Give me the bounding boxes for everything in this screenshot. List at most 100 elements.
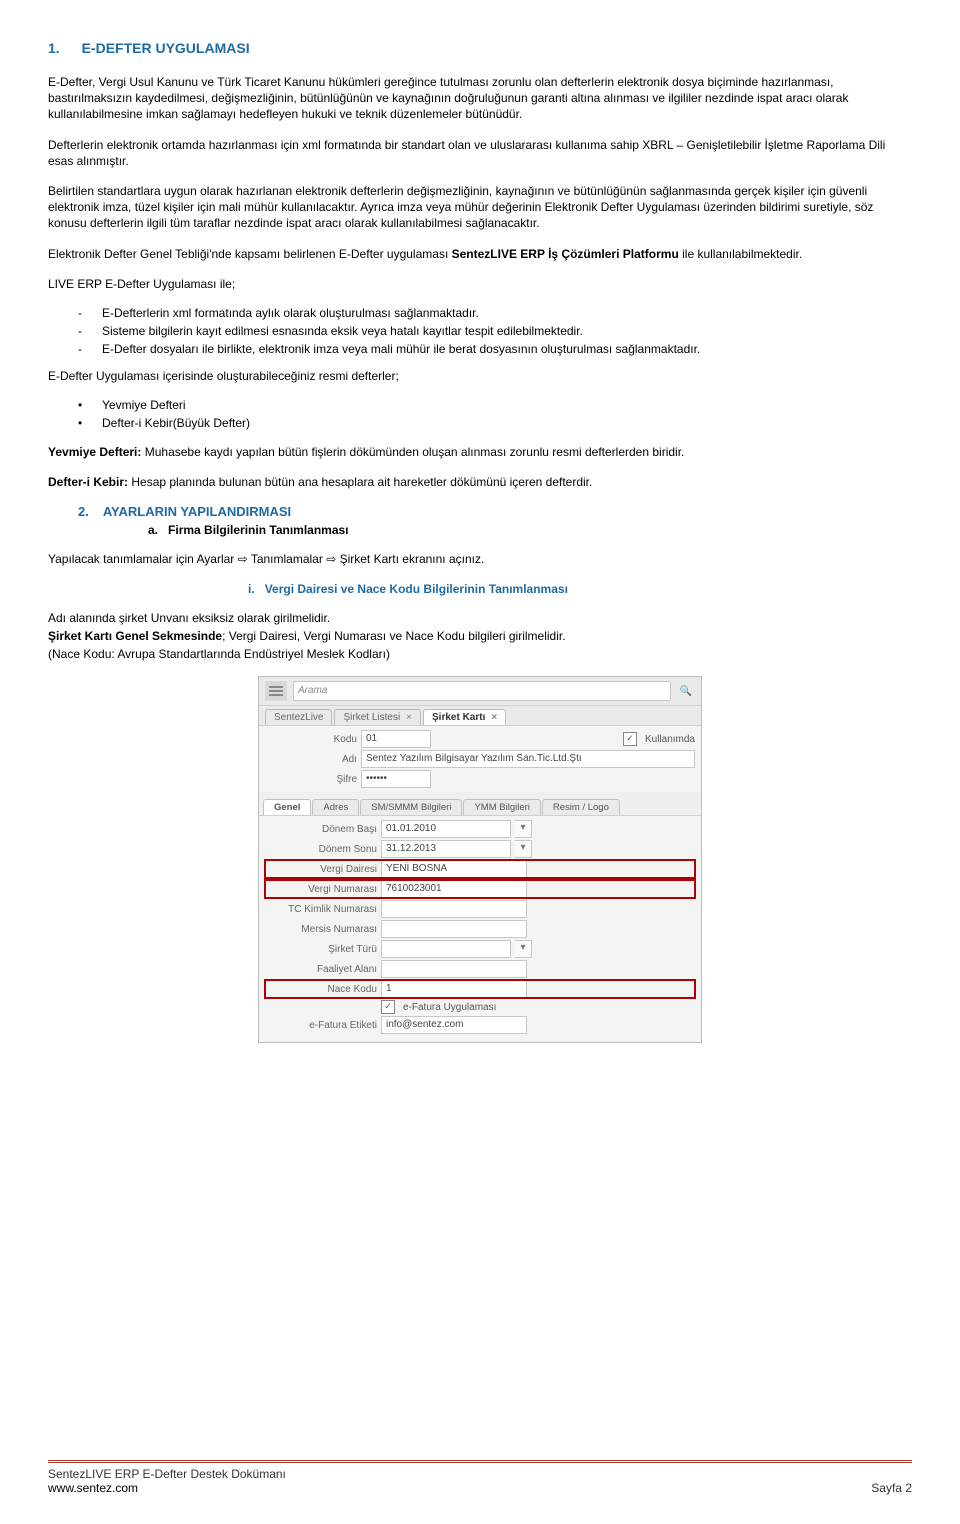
input-faaliyet[interactable]: [381, 960, 527, 978]
text: Yapılacak tanımlamalar için Ayarlar: [48, 552, 238, 566]
dropdown-icon[interactable]: ▾: [515, 820, 532, 838]
sub-tabs: Genel Adres SM/SMMM Bilgileri YMM Bilgil…: [259, 796, 701, 816]
bullet-icon: •: [78, 416, 102, 430]
input-turu[interactable]: [381, 940, 511, 958]
label-vergi-no: Vergi Numarası: [265, 884, 377, 895]
field-row-mersis: Mersis Numarası: [265, 920, 695, 938]
field-row-donem-basi: Dönem Başı 01.01.2010 ▾: [265, 820, 695, 838]
search-input[interactable]: Arama: [293, 681, 671, 701]
dash-list: - E-Defterlerin xml formatında aylık ola…: [48, 306, 912, 356]
label-nace: Nace Kodu: [265, 984, 377, 995]
label-turu: Şirket Türü: [265, 944, 377, 955]
label-sifre: Şifre: [265, 774, 357, 785]
panel-genel: Dönem Başı 01.01.2010 ▾ Dönem Sonu 31.12…: [259, 816, 701, 1042]
paragraph: LIVE ERP E-Defter Uygulaması ile;: [48, 276, 912, 292]
input-efatura-etiket[interactable]: info@sentez.com: [381, 1016, 527, 1034]
field-row-efatura-chk: ✓ e-Fatura Uygulaması: [265, 1000, 695, 1014]
field-row-vergi-no: Vergi Numarası 7610023001: [265, 880, 695, 898]
footer-page: Sayfa 2: [871, 1481, 912, 1495]
h1-number: 1.: [48, 40, 60, 56]
list-text: Defter-i Kebir(Büyük Defter): [102, 416, 250, 430]
paragraph: Defterlerin elektronik ortamda hazırlanm…: [48, 137, 912, 169]
dropdown-icon[interactable]: ▾: [515, 940, 532, 958]
subtab-resim[interactable]: Resim / Logo: [542, 799, 620, 815]
tab-sentezlive[interactable]: SentezLive: [265, 709, 332, 725]
close-icon[interactable]: ×: [406, 712, 412, 723]
field-row-nace: Nace Kodu 1: [265, 980, 695, 998]
dropdown-icon[interactable]: ▾: [515, 840, 532, 858]
paragraph: (Nace Kodu: Avrupa Standartlarında Endüs…: [48, 646, 912, 662]
input-donem-basi[interactable]: 01.01.2010: [381, 820, 511, 838]
paragraph: Yapılacak tanımlamalar için Ayarlar ⇨ Ta…: [48, 551, 912, 567]
tab-label: Şirket Kartı: [432, 712, 485, 723]
heading-i: i. Vergi Dairesi ve Nace Kodu Bilgilerin…: [248, 582, 912, 596]
paragraph: Şirket Kartı Genel Sekmesinde; Vergi Dai…: [48, 628, 912, 644]
text: ; Vergi Dairesi, Vergi Numarası ve Nace …: [222, 629, 565, 643]
tab-label: Şirket Listesi: [343, 712, 400, 723]
h2a-title: Firma Bilgilerinin Tanımlanması: [168, 523, 349, 537]
hi-title: Vergi Dairesi ve Nace Kodu Bilgilerinin …: [265, 582, 568, 596]
field-row-donem-sonu: Dönem Sonu 31.12.2013 ▾: [265, 840, 695, 858]
tab-sirket-karti[interactable]: Şirket Kartı ×: [423, 709, 506, 725]
paragraph: Adı alanında şirket Unvanı eksiksiz olar…: [48, 610, 912, 626]
list-item: - Sisteme bilgilerin kayıt edilmesi esna…: [78, 324, 912, 338]
close-icon[interactable]: ×: [491, 712, 497, 723]
page-footer: SentezLIVE ERP E-Defter Destek Dokümanı …: [48, 1460, 912, 1507]
paragraph: E-Defter, Vergi Usul Kanunu ve Türk Tica…: [48, 74, 912, 123]
bullet-list: • Yevmiye Defteri • Defter-i Kebir(Büyük…: [48, 398, 912, 430]
h2a-number: a.: [148, 523, 158, 537]
text: Tanımlamalar: [248, 552, 326, 566]
form-header: Kodu 01 ✓ Kullanımda Adı Sentez Yazılım …: [259, 726, 701, 792]
bold-text: Şirket Kartı Genel Sekmesinde: [48, 629, 222, 643]
checkbox-efatura[interactable]: ✓: [381, 1000, 395, 1014]
subtab-adres[interactable]: Adres: [312, 799, 359, 815]
label-vergi-dairesi: Vergi Dairesi: [265, 864, 377, 875]
label-kullanimda: Kullanımda: [645, 734, 695, 745]
paragraph: E-Defter Uygulaması içerisinde oluşturab…: [48, 368, 912, 384]
list-item: - E-Defter dosyaları ile birlikte, elekt…: [78, 342, 912, 356]
footer-link[interactable]: www.sentez.com: [48, 1481, 138, 1495]
list-item: - E-Defterlerin xml formatında aylık ola…: [78, 306, 912, 320]
paragraph: Defter-i Kebir: Hesap planında bulunan b…: [48, 474, 912, 490]
list-text: E-Defterlerin xml formatında aylık olara…: [102, 306, 479, 320]
dash-icon: -: [78, 342, 102, 356]
paragraph: Belirtilen standartlara uygun olarak haz…: [48, 183, 912, 232]
text: Hesap planında bulunan bütün ana hesapla…: [128, 475, 592, 489]
window-tabs: SentezLive Şirket Listesi × Şirket Kartı ×: [259, 706, 701, 726]
field-row-efatura-etiket: e-Fatura Etiketi info@sentez.com: [265, 1016, 695, 1034]
screenshot-wrapper: Arama 🔍 SentezLive Şirket Listesi × Şirke…: [48, 676, 912, 1043]
input-vergi-dairesi[interactable]: YENİ BOSNA: [381, 860, 527, 878]
arrow-icon: ⇨: [238, 552, 248, 566]
label-tc: TC Kimlik Numarası: [265, 904, 377, 915]
input-adi[interactable]: Sentez Yazılım Bilgisayar Yazılım San.Ti…: [361, 750, 695, 768]
input-vergi-no[interactable]: 7610023001: [381, 880, 527, 898]
input-kodu[interactable]: 01: [361, 730, 431, 748]
input-tc[interactable]: [381, 900, 527, 918]
app-topbar: Arama 🔍: [259, 677, 701, 706]
subtab-smmm[interactable]: SM/SMMM Bilgileri: [360, 799, 462, 815]
list-text: Sisteme bilgilerin kayıt edilmesi esnası…: [102, 324, 583, 338]
paragraph: Yevmiye Defteri: Muhasebe kaydı yapılan …: [48, 444, 912, 460]
checkbox-kullanimda[interactable]: ✓: [623, 732, 637, 746]
input-mersis[interactable]: [381, 920, 527, 938]
tab-sirket-listesi[interactable]: Şirket Listesi ×: [334, 709, 421, 725]
label-faaliyet: Faaliyet Alanı: [265, 964, 377, 975]
list-text: E-Defter dosyaları ile birlikte, elektro…: [102, 342, 700, 356]
hamburger-icon[interactable]: [265, 681, 287, 701]
field-row-turu: Şirket Türü ▾: [265, 940, 695, 958]
text: Muhasebe kaydı yapılan bütün fişlerin dö…: [141, 445, 684, 459]
field-row-vergi-dairesi: Vergi Dairesi YENİ BOSNA: [265, 860, 695, 878]
label-efatura-etiket: e-Fatura Etiketi: [265, 1020, 377, 1031]
input-sifre[interactable]: ••••••: [361, 770, 431, 788]
field-row-adi: Adı Sentez Yazılım Bilgisayar Yazılım Sa…: [265, 750, 695, 768]
label-kodu: Kodu: [265, 734, 357, 745]
list-item: • Defter-i Kebir(Büyük Defter): [78, 416, 912, 430]
dash-icon: -: [78, 306, 102, 320]
subtab-genel[interactable]: Genel: [263, 799, 311, 815]
paragraph: Elektronik Defter Genel Tebliği'nde kaps…: [48, 246, 912, 262]
heading-2: 2. AYARLARIN YAPILANDIRMASI: [78, 504, 912, 519]
input-nace[interactable]: 1: [381, 980, 527, 998]
subtab-ymm[interactable]: YMM Bilgileri: [463, 799, 540, 815]
input-donem-sonu[interactable]: 31.12.2013: [381, 840, 511, 858]
search-icon[interactable]: 🔍: [677, 686, 695, 697]
